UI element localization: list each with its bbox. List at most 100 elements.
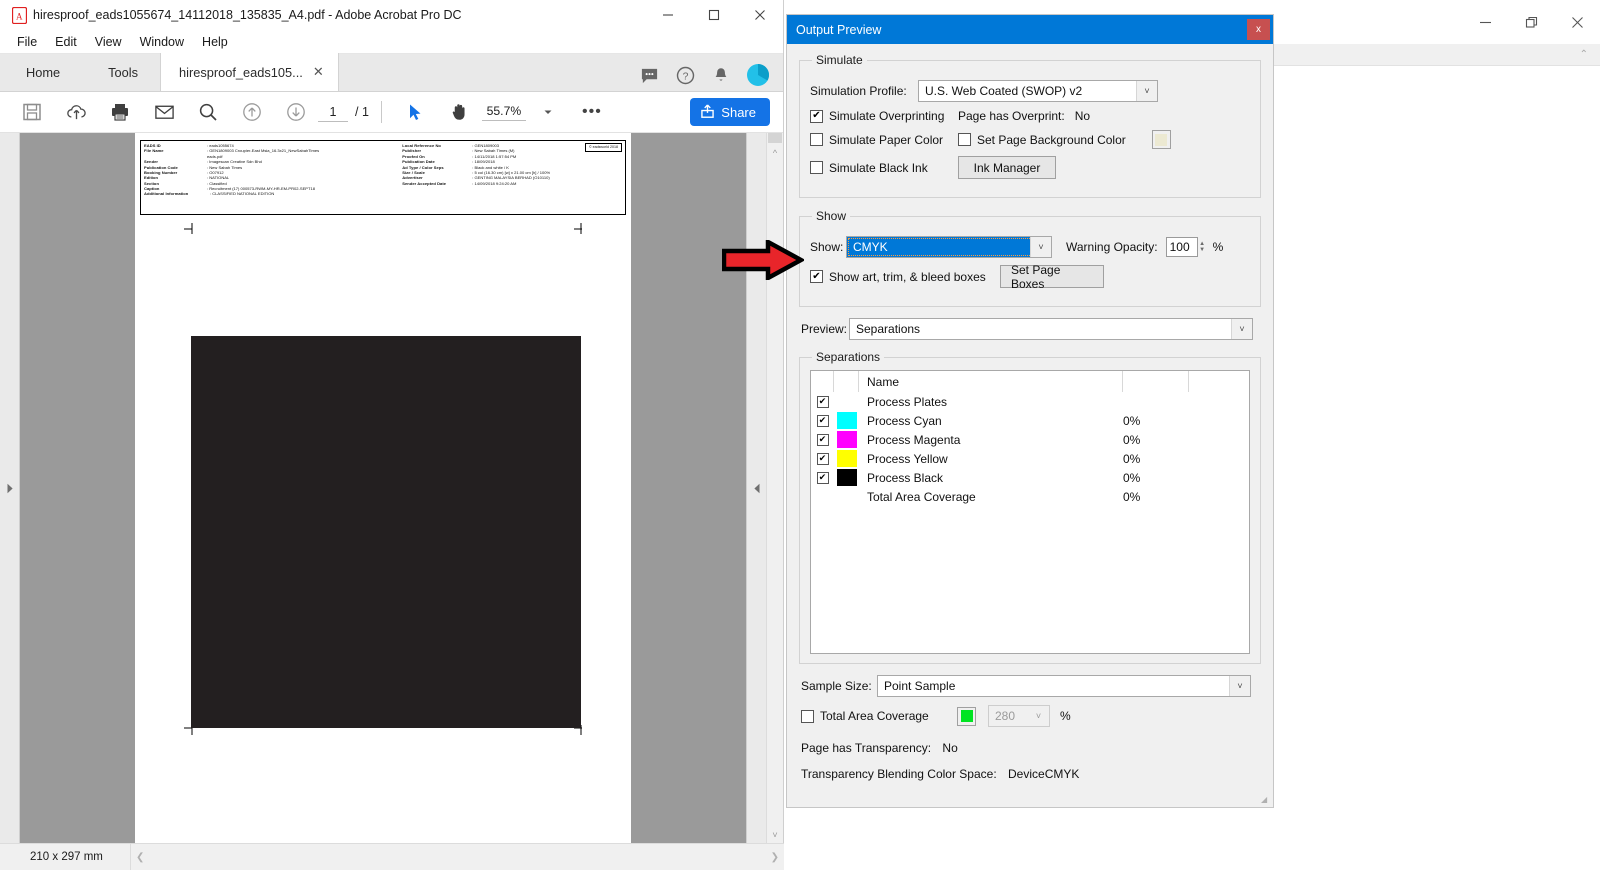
- blending-space-label: Transparency Blending Color Space:: [801, 767, 997, 781]
- separation-row[interactable]: ✔ Process Magenta 0%: [811, 430, 1249, 449]
- pdf-info-right-column: © eadsworld 2018 Local Reference No: GEN…: [402, 143, 623, 214]
- simulate-legend: Simulate: [816, 53, 863, 67]
- chevron-down-icon[interactable]: ˅: [1229, 676, 1250, 696]
- close-icon[interactable]: ✕: [313, 64, 324, 80]
- show-boxes-checkbox[interactable]: ✔ Show art, trim, & bleed boxes: [810, 270, 1000, 284]
- svg-text:?: ?: [683, 71, 689, 82]
- separation-checkbox[interactable]: ✔: [811, 414, 834, 427]
- pdf-artwork-block: [191, 336, 581, 728]
- print-icon[interactable]: [98, 92, 142, 133]
- chevron-down-icon[interactable]: ˅: [1231, 319, 1252, 339]
- horizontal-scrollbar[interactable]: ❮ ❯: [130, 844, 784, 870]
- save-icon[interactable]: [10, 92, 54, 133]
- scroll-left-icon[interactable]: ❮: [136, 852, 144, 863]
- total-area-coverage-label: Total Area Coverage: [820, 709, 929, 723]
- comment-icon[interactable]: [640, 66, 659, 90]
- outer-restore-button[interactable]: [1508, 7, 1554, 37]
- separation-row[interactable]: ✔ Process Cyan 0%: [811, 411, 1249, 430]
- menu-item-window[interactable]: Window: [131, 33, 193, 51]
- sample-size-value: Point Sample: [884, 679, 956, 693]
- chevron-down-icon[interactable]: ˅: [1030, 237, 1051, 257]
- outer-ribbon-collapse[interactable]: ⌃: [1274, 44, 1600, 66]
- total-area-coverage-checkbox[interactable]: Total Area Coverage: [801, 709, 951, 723]
- more-tools-icon[interactable]: •••: [570, 92, 614, 133]
- minimize-button[interactable]: [645, 0, 691, 31]
- menu-item-help[interactable]: Help: [193, 33, 237, 51]
- set-page-background-color-checkbox[interactable]: Set Page Background Color: [958, 133, 1126, 147]
- resize-grip[interactable]: ◢: [1261, 795, 1271, 805]
- separation-checkbox[interactable]: ✔: [811, 433, 834, 446]
- chevron-down-icon[interactable]: ˅: [1028, 706, 1049, 726]
- separation-row[interactable]: ✔ Process Plates: [811, 392, 1249, 411]
- scrollbar-thumb[interactable]: [768, 133, 782, 143]
- simulation-profile-select[interactable]: U.S. Web Coated (SWOP) v2 ˅: [918, 80, 1158, 102]
- sample-size-select[interactable]: Point Sample ˅: [877, 675, 1251, 697]
- search-icon[interactable]: [186, 92, 230, 133]
- avatar[interactable]: [747, 64, 769, 91]
- preview-select[interactable]: Separations ˅: [849, 318, 1253, 340]
- zoom-level-value[interactable]: 55.7%: [481, 104, 526, 121]
- outer-close-button[interactable]: [1554, 7, 1600, 37]
- separation-name: Process Black: [867, 470, 944, 485]
- color-swatch: [837, 469, 857, 486]
- separation-name: Process Magenta: [867, 432, 961, 447]
- tab-home[interactable]: Home: [0, 53, 86, 91]
- menu-item-edit[interactable]: Edit: [46, 33, 86, 51]
- upload-cloud-icon[interactable]: [54, 92, 98, 133]
- simulate-black-ink-checkbox[interactable]: Simulate Black Ink: [810, 161, 958, 175]
- separation-checkbox[interactable]: ✔: [811, 452, 834, 465]
- left-pane-toggle[interactable]: [0, 133, 20, 843]
- coverage-threshold-select[interactable]: 280 ˅: [988, 705, 1050, 727]
- simulate-overprinting-checkbox[interactable]: ✔ Simulate Overprinting: [810, 109, 958, 123]
- output-preview-body: Simulate Simulation Profile: U.S. Web Co…: [787, 44, 1273, 790]
- select-tool-icon[interactable]: [394, 92, 438, 133]
- share-label: Share: [721, 104, 756, 120]
- show-legend: Show: [816, 209, 847, 223]
- chevron-up-icon[interactable]: ⌃: [1580, 49, 1588, 60]
- next-page-icon[interactable]: [274, 92, 318, 133]
- chevron-down-icon[interactable]: [526, 92, 570, 133]
- tab-document[interactable]: hiresproof_eads105... ✕: [160, 53, 339, 91]
- previous-page-icon[interactable]: [230, 92, 274, 133]
- page-number-input[interactable]: [318, 102, 348, 122]
- warning-opacity-spinner[interactable]: ▲ ▼: [1198, 237, 1207, 257]
- share-button[interactable]: Share: [690, 98, 770, 126]
- show-select[interactable]: CMYK ˅: [846, 236, 1052, 258]
- email-icon[interactable]: [142, 92, 186, 133]
- coverage-color-swatch[interactable]: [957, 706, 976, 726]
- simulate-paper-color-checkbox[interactable]: Simulate Paper Color: [810, 133, 958, 147]
- scroll-up-icon[interactable]: ^: [773, 145, 777, 161]
- maximize-button[interactable]: [691, 0, 737, 31]
- menu-item-view[interactable]: View: [86, 33, 131, 51]
- tab-tools[interactable]: Tools: [86, 53, 160, 91]
- hand-tool-icon[interactable]: [438, 92, 482, 133]
- separation-checkbox[interactable]: ✔: [811, 471, 834, 484]
- separations-table[interactable]: Name ✔ Process Plates ✔ Process Cyan 0% ✔ Proc…: [810, 370, 1250, 654]
- info-value: : CLASSIFIED NATIONAL EDITION: [210, 191, 275, 197]
- scroll-right-icon[interactable]: ❯: [771, 852, 779, 863]
- separation-row[interactable]: ✔ Process Black 0%: [811, 468, 1249, 487]
- separation-row[interactable]: Total Area Coverage 0%: [811, 487, 1249, 506]
- outer-minimize-button[interactable]: [1462, 7, 1508, 37]
- separation-value: 0%: [1123, 451, 1141, 466]
- color-swatch: [960, 710, 973, 722]
- separation-value: 0%: [1123, 489, 1141, 504]
- separation-row[interactable]: ✔ Process Yellow 0%: [811, 449, 1249, 468]
- help-icon[interactable]: ?: [676, 66, 695, 90]
- document-view-area: EADS ID: eads1055674 File Name: GEN18090…: [0, 133, 783, 843]
- page-dimensions-label: 210 x 297 mm: [30, 851, 103, 863]
- notifications-bell-icon[interactable]: [712, 66, 730, 90]
- chevron-down-icon[interactable]: ˅: [1136, 81, 1157, 101]
- close-button[interactable]: [737, 0, 783, 31]
- set-page-boxes-button[interactable]: Set Page Boxes: [1000, 263, 1104, 291]
- checkbox-box: ✔: [816, 414, 829, 427]
- scroll-down-icon[interactable]: ˅: [772, 827, 777, 843]
- ink-manager-button[interactable]: Ink Manager: [958, 156, 1056, 179]
- total-area-coverage-row: Total Area Coverage 280 ˅ %: [801, 705, 1261, 727]
- checkbox-box: ✔: [816, 395, 829, 408]
- menu-item-file[interactable]: File: [8, 33, 46, 51]
- warning-opacity-input[interactable]: 100: [1165, 237, 1198, 257]
- page-background-color-swatch[interactable]: [1151, 130, 1171, 149]
- separation-checkbox[interactable]: ✔: [811, 395, 834, 408]
- close-icon[interactable]: x: [1247, 19, 1270, 40]
